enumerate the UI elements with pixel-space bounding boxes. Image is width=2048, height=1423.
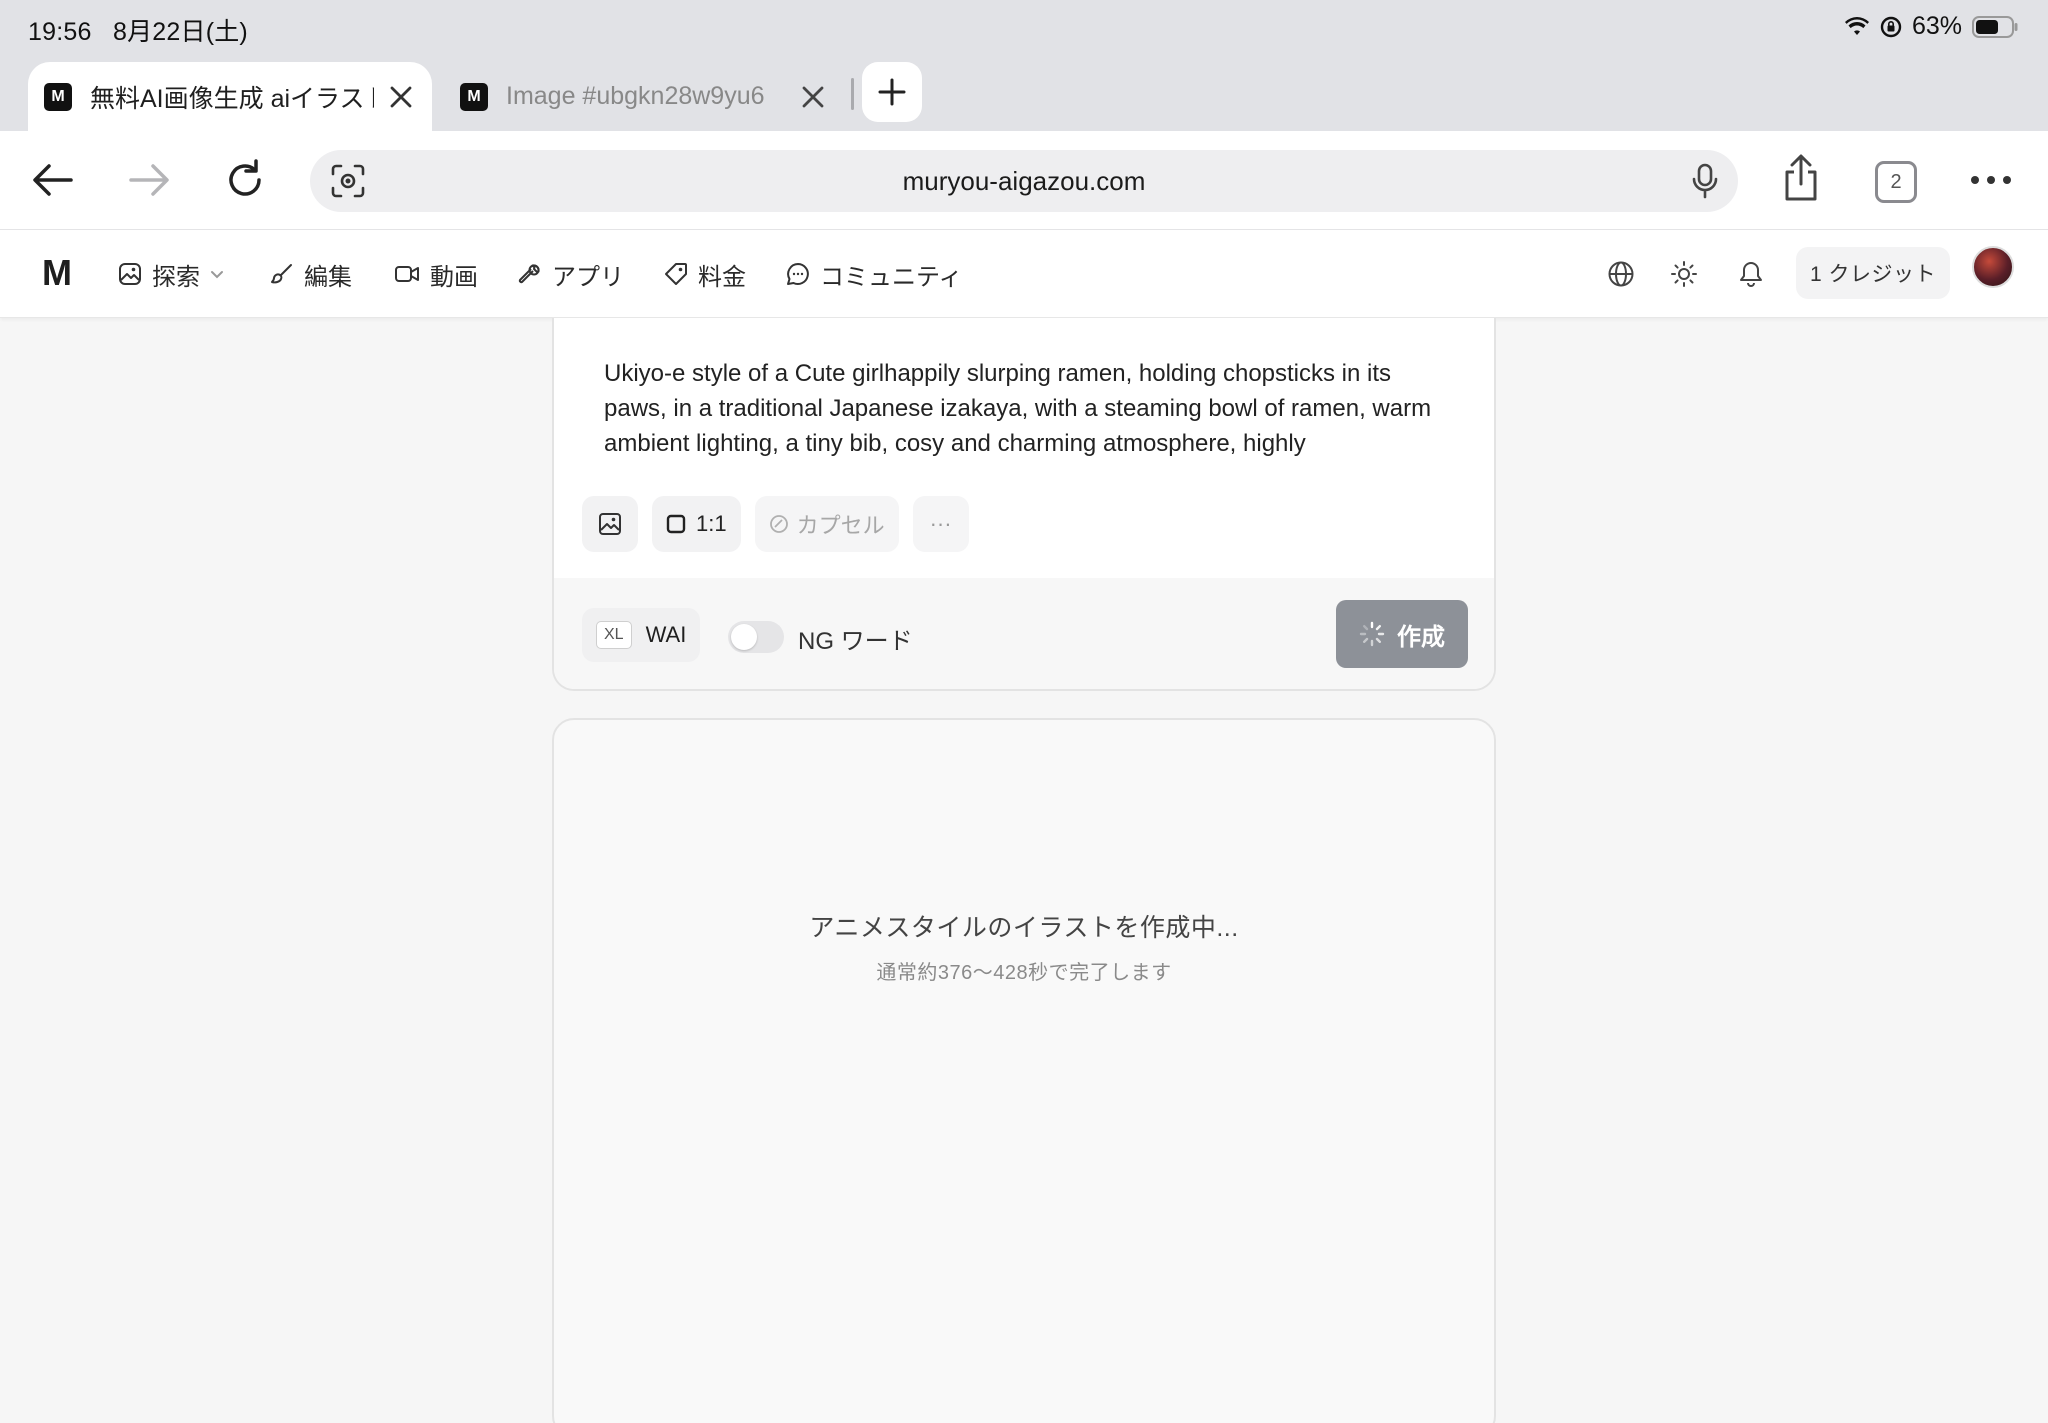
browser-chrome: 19:56 8月22日(土) 63% M 無料AI画像生成 aiイラスト M I…	[0, 0, 2048, 131]
site-logo[interactable]: M	[42, 252, 72, 294]
wifi-icon	[1844, 16, 1869, 35]
tab-close-button[interactable]	[384, 80, 418, 114]
capsule-icon	[769, 515, 788, 533]
brush-icon	[271, 264, 292, 284]
site-favicon: M	[460, 82, 488, 111]
camera-lens-icon	[331, 164, 365, 198]
model-name: WAI	[645, 622, 687, 647]
tag-icon	[665, 263, 687, 285]
browser-toolbar: muryou-aigazou.com 2	[0, 131, 2048, 230]
generation-status-subtitle: 通常約376〜428秒で完了します	[876, 962, 1172, 984]
prompt-card: Ukiyo-e style of a Cute girlhappily slur…	[552, 318, 1496, 691]
language-button[interactable]	[1599, 252, 1643, 296]
more-options-button[interactable]: ···	[912, 496, 969, 552]
capsule-button[interactable]: カプセル	[754, 496, 899, 552]
toggle-knob	[731, 624, 757, 650]
ng-word-toggle[interactable]	[728, 621, 784, 653]
aspect-ratio-button[interactable]: 1:1	[652, 496, 741, 552]
generation-card: アニメスタイルのイラストを作成中... 通常約376〜428秒で完了します	[552, 718, 1496, 1423]
image-upload-button[interactable]	[582, 496, 638, 552]
ng-word-label: NG ワード	[798, 628, 913, 655]
wrench-icon	[518, 264, 540, 284]
sun-icon	[1671, 261, 1697, 287]
tab-active[interactable]: M 無料AI画像生成 aiイラスト	[28, 62, 432, 131]
bell-icon	[1740, 262, 1762, 287]
nav-item-apps[interactable]: アプリ	[518, 252, 624, 296]
microphone-icon[interactable]	[1692, 163, 1718, 199]
avatar[interactable]	[1972, 246, 2014, 288]
video-icon	[395, 266, 419, 282]
tab-close-button[interactable]	[796, 80, 830, 114]
share-button[interactable]	[1776, 153, 1826, 203]
spinner-icon	[1359, 621, 1385, 647]
globe-icon	[1608, 261, 1634, 287]
create-button[interactable]: 作成	[1336, 600, 1468, 668]
nav-item-edit[interactable]: 編集	[270, 252, 352, 296]
arrow-right-icon	[129, 164, 169, 196]
battery-icon	[1972, 15, 2018, 38]
model-selector[interactable]: XL WAI	[582, 608, 701, 662]
nav-item-video[interactable]: 動画	[394, 252, 478, 296]
share-icon	[1785, 154, 1817, 201]
credit-balance[interactable]: 1 クレジット	[1796, 247, 1950, 299]
status-time: 19:56 8月22日(土)	[28, 18, 248, 46]
new-tab-button[interactable]	[862, 62, 922, 122]
reload-button[interactable]	[220, 155, 270, 205]
more-menu-button[interactable]	[1966, 155, 2016, 205]
chevron-down-icon	[211, 271, 223, 279]
reload-icon	[229, 159, 261, 196]
more-icon	[1971, 176, 2011, 184]
tab-switcher-button[interactable]: 2	[1875, 161, 1917, 203]
prompt-textarea[interactable]: Ukiyo-e style of a Cute girlhappily slur…	[604, 356, 1454, 461]
square-icon	[666, 514, 686, 534]
image-icon	[119, 263, 141, 285]
forward-button[interactable]	[124, 155, 174, 205]
site-favicon: M	[44, 82, 72, 111]
theme-toggle-button[interactable]	[1662, 252, 1706, 296]
battery-percent: 63%	[1911, 12, 1962, 40]
nav-item-community[interactable]: コミュニティ	[786, 252, 963, 296]
close-icon	[390, 86, 412, 107]
chat-icon	[787, 263, 809, 285]
orientation-lock-icon	[1880, 16, 1902, 37]
address-bar[interactable]: muryou-aigazou.com	[310, 150, 1738, 212]
tab-title: Image #ubgkn28w9yu6	[506, 82, 765, 110]
nav-item-pricing[interactable]: 料金	[664, 252, 746, 296]
tab-title: 無料AI画像生成 aiイラスト	[90, 84, 374, 113]
nav-item-explore[interactable]: 探索	[118, 252, 224, 296]
tab-inactive[interactable]: M Image #ubgkn28w9yu6	[444, 62, 844, 131]
generation-status-title: アニメスタイルのイラストを作成中...	[809, 914, 1239, 942]
prompt-footer: XL WAI NG ワード 作成	[554, 578, 1494, 689]
plus-icon	[878, 78, 906, 106]
site-navigation: M 探索 編集 動画 アプリ 料金 コミュニティ 1 クレジット	[0, 230, 2048, 318]
back-button[interactable]	[28, 155, 78, 205]
notifications-button[interactable]	[1729, 252, 1773, 296]
image-icon	[599, 513, 621, 535]
close-icon	[802, 86, 824, 107]
url-text: muryou-aigazou.com	[902, 165, 1146, 196]
arrow-left-icon	[33, 164, 73, 196]
prompt-tools: 1:1 カプセル ···	[582, 496, 969, 552]
status-indicators: 63%	[1844, 12, 2018, 41]
tab-separator	[851, 78, 854, 110]
model-badge: XL	[596, 621, 632, 649]
